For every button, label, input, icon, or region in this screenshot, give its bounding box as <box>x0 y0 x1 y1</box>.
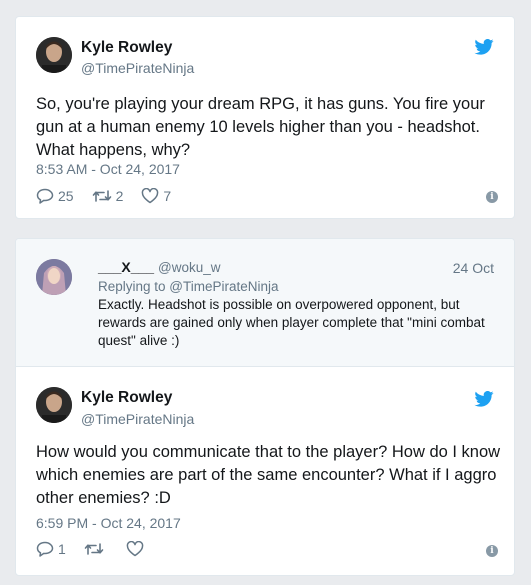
tweet-actions: 25 2 7 <box>36 188 189 204</box>
tweet-text: How would you communicate that to the pl… <box>36 441 500 510</box>
author-handle[interactable]: @TimePirateNinja <box>81 411 194 427</box>
tweet-text: So, you're playing your dream RPG, it ha… <box>36 93 485 162</box>
reply-author-handle[interactable]: @woku_w <box>158 260 220 275</box>
author-name[interactable]: Kyle Rowley <box>81 389 172 407</box>
author-handle[interactable]: @TimePirateNinja <box>81 60 194 76</box>
retweet-button[interactable] <box>84 541 108 557</box>
tweet-text-line: which enemies are part of the same encou… <box>36 466 497 484</box>
author-name[interactable]: Kyle Rowley <box>81 39 172 57</box>
tweet-text-line: gun at a human enemy 10 levels higher th… <box>36 118 480 136</box>
timestamp[interactable]: 8:53 AM - Oct 24, 2017 <box>36 161 180 177</box>
tweet-text-line: other enemies? :D <box>36 489 171 507</box>
tweet-text-line: How would you communicate that to the pl… <box>36 443 501 461</box>
info-icon[interactable]: i <box>486 191 498 203</box>
heart-icon <box>126 541 144 557</box>
timestamp[interactable]: 6:59 PM - Oct 24, 2017 <box>36 515 181 531</box>
reply-text-line: rewards are gained only when player comp… <box>98 315 485 330</box>
reply-text: Exactly. Headshot is possible on overpow… <box>98 296 498 350</box>
tweet-actions: 1 <box>36 541 166 557</box>
tweet-card-2: ___X___ @woku_w 24 Oct Replying to @Time… <box>15 238 515 576</box>
reply-count: 1 <box>58 541 66 557</box>
reply-icon <box>36 541 54 557</box>
avatar[interactable] <box>36 259 72 295</box>
retweet-button[interactable]: 2 <box>92 188 124 204</box>
reply-icon <box>36 188 54 204</box>
like-button[interactable]: 7 <box>141 188 171 204</box>
tweet-card-1: Kyle Rowley @TimePirateNinja So, you're … <box>15 16 515 219</box>
avatar[interactable] <box>36 37 72 73</box>
tweet-text-line: What happens, why? <box>36 141 191 159</box>
twitter-bird-icon[interactable] <box>474 39 494 55</box>
like-button[interactable] <box>126 541 148 557</box>
avatar[interactable] <box>36 387 72 423</box>
reply-button[interactable]: 1 <box>36 541 66 557</box>
quoted-reply[interactable]: ___X___ @woku_w 24 Oct Replying to @Time… <box>16 239 514 367</box>
heart-icon <box>142 188 159 204</box>
twitter-bird-icon[interactable] <box>474 391 494 407</box>
like-count: 7 <box>163 188 172 204</box>
retweet-icon <box>92 190 111 202</box>
retweet-count: 2 <box>115 188 124 204</box>
replying-to: Replying to @TimePirateNinja <box>98 279 279 294</box>
retweet-icon <box>84 543 104 555</box>
reply-author-name[interactable]: ___X___ <box>98 259 154 275</box>
tweet-text-line: So, you're playing your dream RPG, it ha… <box>36 95 485 113</box>
reply-count: 25 <box>58 188 74 204</box>
reply-text-line: Exactly. Headshot is possible on overpow… <box>98 297 460 312</box>
info-icon[interactable]: i <box>486 545 498 557</box>
reply-button[interactable]: 25 <box>36 188 74 204</box>
reply-text-line: quest" alive :) <box>98 333 180 348</box>
reply-date[interactable]: 24 Oct <box>453 260 494 276</box>
